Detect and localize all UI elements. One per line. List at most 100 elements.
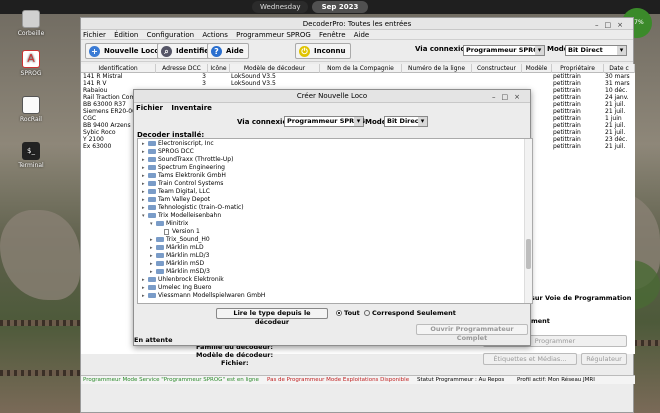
labels-media-button[interactable]: Étiquettes et Médias... <box>483 353 577 365</box>
read-decoder-type-button[interactable]: Lire le type depuis le décodeur <box>216 308 328 326</box>
folder-icon <box>148 157 156 162</box>
desktop-icon-sprog[interactable]: A SPROG <box>8 50 54 77</box>
close-icon[interactable]: × <box>514 93 526 101</box>
column-header[interactable]: Adresse DCC <box>156 64 208 73</box>
status-service-mode: Programmeur Mode Service "Programmeur SP… <box>83 377 259 383</box>
menu-fichier[interactable]: Fichier <box>83 31 106 39</box>
file-label: Fichier: <box>221 359 249 367</box>
dialog-status: En attente <box>134 336 173 344</box>
mode-select[interactable]: Bit Direct <box>565 45 627 56</box>
help-label: Aide <box>226 47 244 55</box>
column-header[interactable]: Nom de la Compagnie <box>320 64 402 73</box>
tree-item[interactable]: ▸ Märklin mLD/3 <box>150 252 210 260</box>
tree-item[interactable]: ▸ Umelec Ing Buero <box>142 284 211 292</box>
tree-item-label: Electroniscript, Inc <box>158 140 214 147</box>
table-cell: petittrain <box>553 73 581 80</box>
trash-icon <box>22 10 40 28</box>
tree-item[interactable]: ▸ Electroniscript, Inc <box>142 140 214 148</box>
table-cell: 3 <box>202 80 206 87</box>
column-header[interactable]: Modèle de décodeur <box>230 64 320 73</box>
dialog-mode-select[interactable]: Bit Direct <box>384 116 428 127</box>
table-cell: petittrain <box>553 143 581 150</box>
help-button[interactable]: ? Aide <box>207 43 249 59</box>
tree-item[interactable]: ▸ Uhlenbrock Elektronik <box>142 276 224 284</box>
rocrail-icon <box>22 96 40 114</box>
column-header[interactable]: Icône <box>208 64 230 73</box>
tree-item-label: Tams Elektronik GmbH <box>158 172 226 179</box>
column-header[interactable]: Date c <box>604 64 635 73</box>
dialog-menu-fichier[interactable]: Fichier <box>136 104 163 112</box>
desktop-icon-label: Terminal <box>18 162 44 169</box>
maximize-icon[interactable]: □ <box>605 21 618 29</box>
status-profile: Profil actif: Mon Réseau JMRI <box>517 377 595 383</box>
tree-item[interactable]: ▸ SoundTraxx (Throttle-Up) <box>142 156 233 164</box>
column-header[interactable]: Numéro de la ligne <box>402 64 472 73</box>
column-header[interactable]: Propriétaire <box>552 64 604 73</box>
column-header[interactable]: Identification <box>81 64 156 73</box>
tree-item[interactable]: ▾ Minitrix <box>150 220 188 228</box>
minimize-icon[interactable]: – <box>492 93 502 101</box>
menu-programmeur-sprog[interactable]: Programmeur SPROG <box>236 31 311 39</box>
new-loco-button[interactable]: + Nouvelle Loco <box>85 43 165 59</box>
table-row[interactable]: 141 R Mistral 3 LokSound V3.5 petittrain 30 … <box>81 73 635 80</box>
date-label[interactable]: Sep 2023 <box>312 1 368 13</box>
tree-item[interactable]: ▸ Märklin mSD <box>150 260 204 268</box>
tree-item[interactable]: ▸ Tehnologistic (train-O-matic) <box>142 204 244 212</box>
desktop-icon-terminal[interactable]: $_ Terminal <box>8 142 54 169</box>
table-cell: 21 juil. <box>605 143 626 150</box>
tree-item[interactable]: Version 1 <box>158 228 200 236</box>
tree-item[interactable]: ▸ Train Control Systems <box>142 180 223 188</box>
tree-scrollbar[interactable] <box>524 139 532 303</box>
table-cell: petittrain <box>553 108 581 115</box>
tree-item[interactable]: ▸ Tam Valley Depot <box>142 196 210 204</box>
menu-fenetre[interactable]: Fenêtre <box>319 31 345 39</box>
document-icon <box>164 228 169 235</box>
unknown-button[interactable]: ⏻ Inconnu <box>295 43 351 59</box>
dialog-titlebar[interactable]: Créer Nouvelle Loco –□× <box>134 90 530 103</box>
tree-item[interactable]: ▸ Spectrum Engineering <box>142 164 225 172</box>
menu-actions[interactable]: Actions <box>202 31 228 39</box>
column-header[interactable]: Constructeur <box>472 64 522 73</box>
tree-item[interactable]: ▸ Tams Elektronik GmbH <box>142 172 226 180</box>
open-full-programmer-button[interactable]: Ouvrir Programmateur Complet <box>416 324 528 342</box>
folder-icon <box>156 221 164 226</box>
folder-icon <box>148 165 156 170</box>
tree-item[interactable]: ▸ Viessmann Modellspielwaren GmbH <box>142 292 265 300</box>
maximize-icon[interactable]: □ <box>502 93 515 101</box>
menu-edition[interactable]: Édition <box>114 31 138 39</box>
table-row[interactable]: 141 R V 3 LokSound V3.5 petittrain 31 mars <box>81 80 635 87</box>
dialog-menu-inventaire[interactable]: Inventaire <box>171 104 212 112</box>
tree-item[interactable]: ▸ Märklin mLD <box>150 244 204 252</box>
window-titlebar[interactable]: DecoderPro: Toutes les entrées –□× <box>81 18 633 30</box>
tree-item-label: Train Control Systems <box>158 180 224 187</box>
tree-item[interactable]: ▸ Märklin mSD/3 <box>150 268 210 276</box>
menu-aide[interactable]: Aide <box>354 31 369 39</box>
radio-match-only[interactable]: Correspond Seulement <box>364 309 456 317</box>
regulator-button[interactable]: Régulateur <box>581 353 627 365</box>
column-header[interactable]: Modèle <box>522 64 552 73</box>
radio-unselected-icon <box>364 310 370 316</box>
scrollbar-thumb[interactable] <box>526 239 531 269</box>
window-title: DecoderPro: Toutes les entrées <box>302 20 412 28</box>
desktop-icon-rocrail[interactable]: RocRail <box>8 96 54 123</box>
new-loco-label: Nouvelle Loco <box>104 47 160 55</box>
tree-item[interactable]: ▸ Team Digital, LLC <box>142 188 210 196</box>
tree-item[interactable]: ▾ Trix Modelleisenbahn <box>142 212 221 220</box>
desktop-icon-trash[interactable]: Corbeille <box>8 10 54 37</box>
sprog-icon: A <box>22 50 40 68</box>
dialog-window-controls: –□× <box>492 91 526 104</box>
menu-configuration[interactable]: Configuration <box>147 31 194 39</box>
table-cell: 10 déc. <box>605 87 628 94</box>
folder-icon <box>148 205 156 210</box>
dialog-connection-select[interactable]: Programmeur SPROG <box>284 116 365 127</box>
tree-item-label: Märklin mSD/3 <box>166 268 210 275</box>
table-cell: 21 juil. <box>605 101 626 108</box>
new-loco-dialog: Créer Nouvelle Loco –□× Fichier Inventai… <box>133 89 533 346</box>
tree-item[interactable]: ▸ Trix_Sound_H0 <box>150 236 210 244</box>
table-cell: petittrain <box>553 101 581 108</box>
minimize-icon[interactable]: – <box>595 21 605 29</box>
close-icon[interactable]: × <box>617 21 629 29</box>
connection-select[interactable]: Programmeur SPROG <box>463 45 545 56</box>
tree-item[interactable]: ▸ SPROG DCC <box>142 148 194 156</box>
radio-all[interactable]: Tout <box>336 309 360 317</box>
